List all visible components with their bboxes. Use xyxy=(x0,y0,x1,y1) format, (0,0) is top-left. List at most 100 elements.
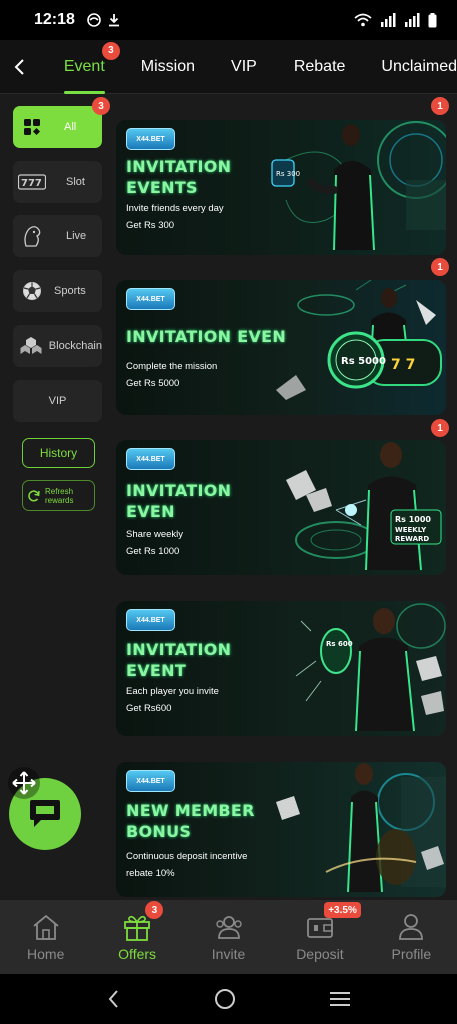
move-arrows-icon xyxy=(12,771,36,795)
tab-label: Event xyxy=(63,57,105,75)
nav-label: Offers xyxy=(118,946,157,962)
banner-art-text: Rs 5000 xyxy=(341,356,386,367)
banner-title: INVITATION EVENT xyxy=(126,640,232,680)
refresh-label-line2: rewards xyxy=(45,495,74,505)
category-slot[interactable]: 777 Slot xyxy=(13,161,102,203)
tab-mission[interactable]: Mission xyxy=(141,40,195,94)
event-banner[interactable]: X44.BET NEW MEMBER BONUS Continuous depo… xyxy=(116,762,446,897)
banner-art-text-3: REWARD xyxy=(395,535,429,543)
tab-vip[interactable]: VIP xyxy=(231,40,257,94)
system-home-icon[interactable] xyxy=(214,988,236,1010)
tab-rebate[interactable]: Rebate xyxy=(294,40,346,94)
nav-deposit[interactable]: Deposit +3.5% xyxy=(274,900,365,974)
tab-badge: 3 xyxy=(101,41,120,60)
nav-invite[interactable]: Invite xyxy=(183,900,274,974)
drag-handle[interactable] xyxy=(8,767,40,799)
banner-description: Each player you invite Get Rs600 xyxy=(126,686,219,714)
nav-label: Home xyxy=(27,946,65,962)
banner-art-text: Rs 300 xyxy=(276,170,300,178)
category-label: VIP xyxy=(48,395,67,407)
banner-art-image: Rs 1000 WEEKLY REWARD xyxy=(286,442,442,571)
live-dealer-icon xyxy=(24,226,41,247)
svg-text:7 7: 7 7 xyxy=(391,357,415,373)
category-label: Live xyxy=(66,230,87,242)
banner-title: INVITATION EVEN xyxy=(126,327,287,346)
nav-home[interactable]: Home xyxy=(0,900,91,974)
banner-art-image xyxy=(276,763,446,893)
banner-badge: 1 xyxy=(431,258,449,276)
category-label: Blockchain xyxy=(48,340,102,352)
tab-event[interactable]: Event 3 xyxy=(63,40,120,94)
refresh-icon xyxy=(28,489,40,501)
home-icon xyxy=(33,914,59,940)
system-nav-bar xyxy=(0,974,457,1024)
category-vip[interactable]: VIP xyxy=(13,380,102,422)
status-bar: 12:18 xyxy=(0,0,457,40)
top-nav: Event 3 Mission VIP Rebate Unclaimed xyxy=(0,40,457,94)
event-banner[interactable]: Rs 600 X44.BET INVITATION EVENT Each pla… xyxy=(116,601,446,736)
nav-badge: 3 xyxy=(145,901,164,919)
banner-title: INVITATION EVENTS xyxy=(126,157,232,197)
category-blockchain[interactable]: Blockchain xyxy=(13,325,102,367)
tab-label: Unclaimed xyxy=(381,57,457,75)
brand-logo: X44.BET xyxy=(126,288,175,310)
system-recents-icon[interactable] xyxy=(329,990,351,1008)
banner-title: NEW MEMBER BONUS xyxy=(126,801,255,841)
brand-logo: X44.BET xyxy=(126,770,175,792)
nav-label: Deposit xyxy=(296,946,344,962)
tab-label: Rebate xyxy=(293,57,346,75)
app-notification-icon xyxy=(87,13,101,27)
back-button[interactable] xyxy=(2,40,38,94)
nav-label: Profile xyxy=(391,946,432,962)
tab-unclaimed[interactable]: Unclaimed xyxy=(381,40,457,94)
history-label: History xyxy=(39,446,78,460)
event-banner[interactable]: 7 7 Rs 5000 X44.BET INVITATION EVEN Comp… xyxy=(116,280,446,415)
category-badge: 3 xyxy=(92,97,110,115)
event-banner[interactable]: Rs 300 X44.BET INVITATION EVENTS Invite … xyxy=(116,120,446,255)
battery-icon xyxy=(428,12,437,27)
banner-description: Continuous deposit incentive rebate 10% xyxy=(126,851,248,879)
invite-people-icon xyxy=(215,916,242,939)
banner-badge: 1 xyxy=(431,97,449,115)
blockchain-icon xyxy=(20,337,42,354)
brand-logo: X44.BET xyxy=(126,448,175,470)
category-all[interactable]: All 3 xyxy=(13,97,110,148)
chat-bubble-icon xyxy=(30,800,60,827)
banner-art-text-2: WEEKLY xyxy=(395,526,427,534)
tab-label: Mission xyxy=(140,57,196,75)
signal-icon-2 xyxy=(405,13,420,27)
refresh-label-line1: Refresh xyxy=(45,486,74,496)
category-sports[interactable]: Sports xyxy=(13,270,102,312)
banner-description: Invite friends every day Get Rs 300 xyxy=(126,203,224,231)
brand-logo: X44.BET xyxy=(126,609,175,631)
banner-description: Share weekly Get Rs 1000 xyxy=(126,529,184,557)
banner-badge: 1 xyxy=(431,419,449,437)
category-label: All xyxy=(64,121,77,133)
svg-text:777: 777 xyxy=(21,178,42,189)
chevron-left-icon xyxy=(14,58,24,75)
banner-art-image: 7 7 Rs 5000 xyxy=(276,280,442,400)
deposit-bonus-badge: +3.5% xyxy=(324,902,361,918)
download-icon xyxy=(108,14,119,27)
signal-icon xyxy=(381,13,396,27)
nav-offers[interactable]: Offers 3 xyxy=(91,900,182,974)
soccer-ball-icon xyxy=(23,282,41,300)
banner-art-image: Rs 300 xyxy=(271,121,446,251)
banner-title: INVITATION EVEN xyxy=(126,481,232,521)
event-banner[interactable]: Rs 1000 WEEKLY REWARD X44.BET INVITATION… xyxy=(116,440,446,575)
banner-art-image: Rs 600 xyxy=(295,603,446,732)
system-back-icon[interactable] xyxy=(107,989,121,1009)
bottom-nav: Home Offers 3 Invite Deposit +3.5% Profi… xyxy=(0,900,457,974)
category-label: Sports xyxy=(54,285,86,297)
status-time: 12:18 xyxy=(34,11,75,28)
banner-art-text: Rs 600 xyxy=(326,640,353,648)
banner-art-text-1: Rs 1000 xyxy=(395,515,431,524)
nav-profile[interactable]: Profile xyxy=(366,900,457,974)
history-button[interactable]: History xyxy=(22,438,95,468)
category-label: Slot xyxy=(66,176,85,188)
grid-icon xyxy=(24,119,40,135)
category-live[interactable]: Live xyxy=(13,215,102,257)
profile-icon xyxy=(399,914,424,940)
slot-777-icon: 777 xyxy=(18,174,46,190)
refresh-rewards-button[interactable]: Refresh rewards xyxy=(22,480,95,511)
